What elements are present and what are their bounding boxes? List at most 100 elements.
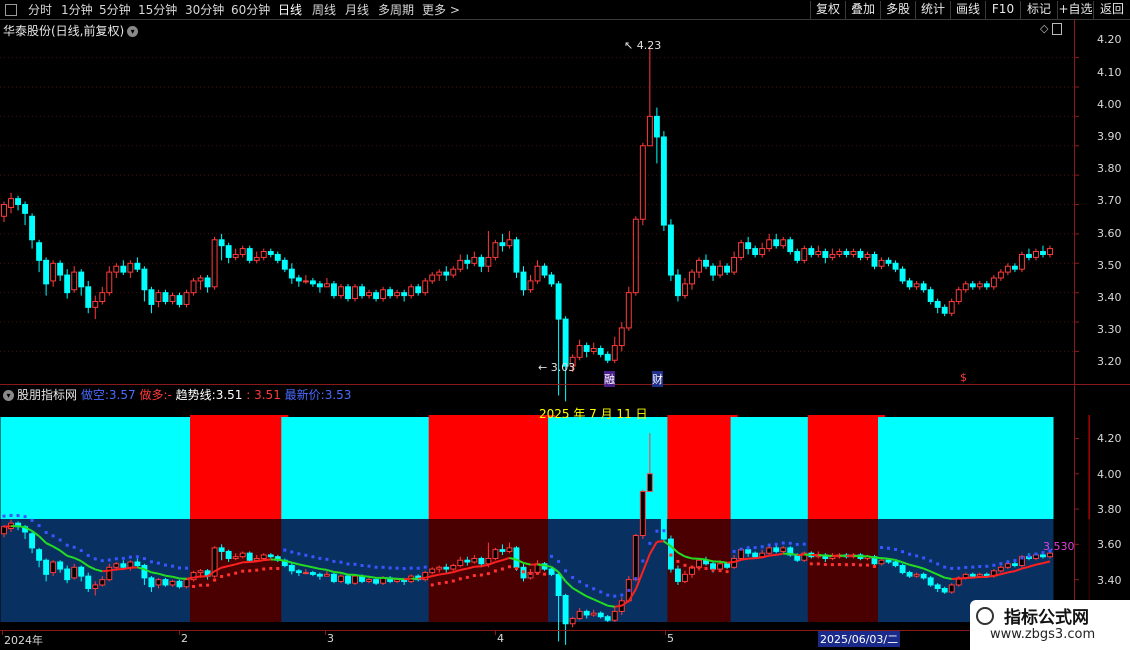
candle-body — [232, 253, 239, 258]
long-value: - — [167, 388, 172, 402]
trend-line-seg — [333, 570, 342, 574]
ind-candle-body — [513, 547, 520, 568]
stop-dot — [493, 569, 497, 573]
stop-dot — [262, 567, 266, 571]
stop-dot — [163, 563, 167, 567]
time-tick: 5 — [667, 632, 674, 645]
stop-dot — [943, 565, 947, 569]
candle-body — [766, 239, 773, 250]
price-tick: 3.70 — [1097, 194, 1122, 208]
stop-dot — [23, 515, 27, 519]
candle-body — [401, 292, 408, 297]
candle-body — [752, 248, 759, 255]
chevron-down-icon[interactable]: ▾ — [3, 390, 14, 401]
stop-dot — [86, 553, 90, 557]
stop-dot — [683, 563, 687, 567]
candle-body — [345, 286, 351, 300]
ind-candle-body — [969, 573, 976, 577]
candle-body — [1, 204, 7, 217]
stop-dot — [599, 590, 603, 594]
trend-line-seg — [439, 572, 447, 576]
stop-dot — [465, 575, 469, 579]
candle-body — [597, 347, 604, 355]
trend-line-seg — [776, 552, 784, 556]
stop-dot — [915, 554, 919, 558]
ind-candle-body — [338, 575, 344, 582]
ind-candle-body — [134, 561, 141, 567]
candle-body — [660, 136, 667, 226]
stop-dot — [521, 570, 525, 574]
candle-body — [113, 265, 120, 273]
stop-dot — [837, 562, 841, 566]
stop-dot — [416, 566, 420, 570]
event-marker-margin[interactable]: 融 — [604, 371, 615, 387]
trend-line-seg — [1035, 562, 1044, 566]
candle-body — [717, 265, 724, 276]
candle-body — [941, 306, 948, 314]
event-marker-finance[interactable]: 财 — [652, 371, 663, 387]
ind-candle-body — [941, 587, 948, 593]
trend-line-seg — [446, 571, 454, 575]
candle-body — [450, 268, 457, 276]
zone-bg — [730, 519, 815, 622]
candle-body — [513, 239, 520, 273]
low-value: 3.03 — [550, 361, 576, 374]
trend-line-seg — [151, 571, 159, 575]
trend-line-seg — [972, 576, 980, 579]
candle-body — [267, 251, 274, 255]
event-marker-dividend[interactable]: $ — [960, 371, 967, 384]
candle-body — [724, 265, 731, 273]
panel-divider — [0, 384, 1130, 385]
ind-candle-body — [597, 612, 604, 618]
price-tick: 3.60 — [1097, 226, 1122, 240]
stop-dot — [929, 559, 933, 563]
stop-dot — [880, 546, 884, 550]
ind-candle-body — [920, 573, 927, 579]
stop-dot — [51, 534, 55, 538]
trend-line-seg — [460, 567, 468, 571]
stop-dot — [648, 541, 652, 545]
ind-candle-body — [345, 575, 351, 584]
stop-dot — [353, 562, 357, 566]
extra-value: : 3.51 — [246, 388, 281, 402]
trend-line-seg — [249, 560, 257, 563]
price-value: 3.53 — [324, 388, 352, 402]
stop-dot — [543, 572, 547, 576]
trend-label: 趋势线: — [175, 388, 216, 402]
ind-candle-body — [394, 579, 401, 582]
ind-candle-body — [106, 566, 113, 581]
candle-body — [1033, 251, 1039, 258]
stop-dot — [908, 552, 912, 556]
stop-dot — [114, 557, 118, 561]
stop-dot — [318, 556, 322, 560]
stop-dot — [374, 565, 378, 569]
trend-line-seg — [958, 577, 966, 580]
zone-band — [548, 417, 675, 521]
stop-dot — [9, 513, 13, 517]
trend-line-seg — [474, 565, 482, 568]
candle-body — [689, 271, 695, 285]
trend-line-seg — [3, 525, 12, 528]
candle-body — [71, 271, 78, 291]
stop-dot — [486, 572, 490, 576]
trend-value: 3.51 — [215, 388, 243, 402]
trend-line-seg — [404, 577, 412, 581]
stop-dot — [788, 541, 792, 545]
candle-body — [745, 242, 752, 250]
candle-body — [92, 300, 99, 308]
candle-body — [380, 289, 387, 300]
stop-dot — [578, 580, 582, 584]
stop-dot — [332, 559, 336, 563]
ind-candle-body — [562, 595, 569, 625]
trend-line-seg — [186, 576, 194, 580]
candle-body — [815, 251, 822, 255]
ind-candle-body — [99, 579, 106, 586]
trend-line-seg — [818, 554, 826, 557]
ind-candle-body — [878, 559, 885, 565]
candle-body — [534, 265, 541, 282]
candle-body — [583, 345, 590, 352]
stop-dot — [128, 555, 132, 559]
low-annotation: ← 3.03 — [538, 361, 576, 374]
ind-candle-body — [78, 566, 85, 577]
ind-candle-body — [246, 552, 253, 561]
